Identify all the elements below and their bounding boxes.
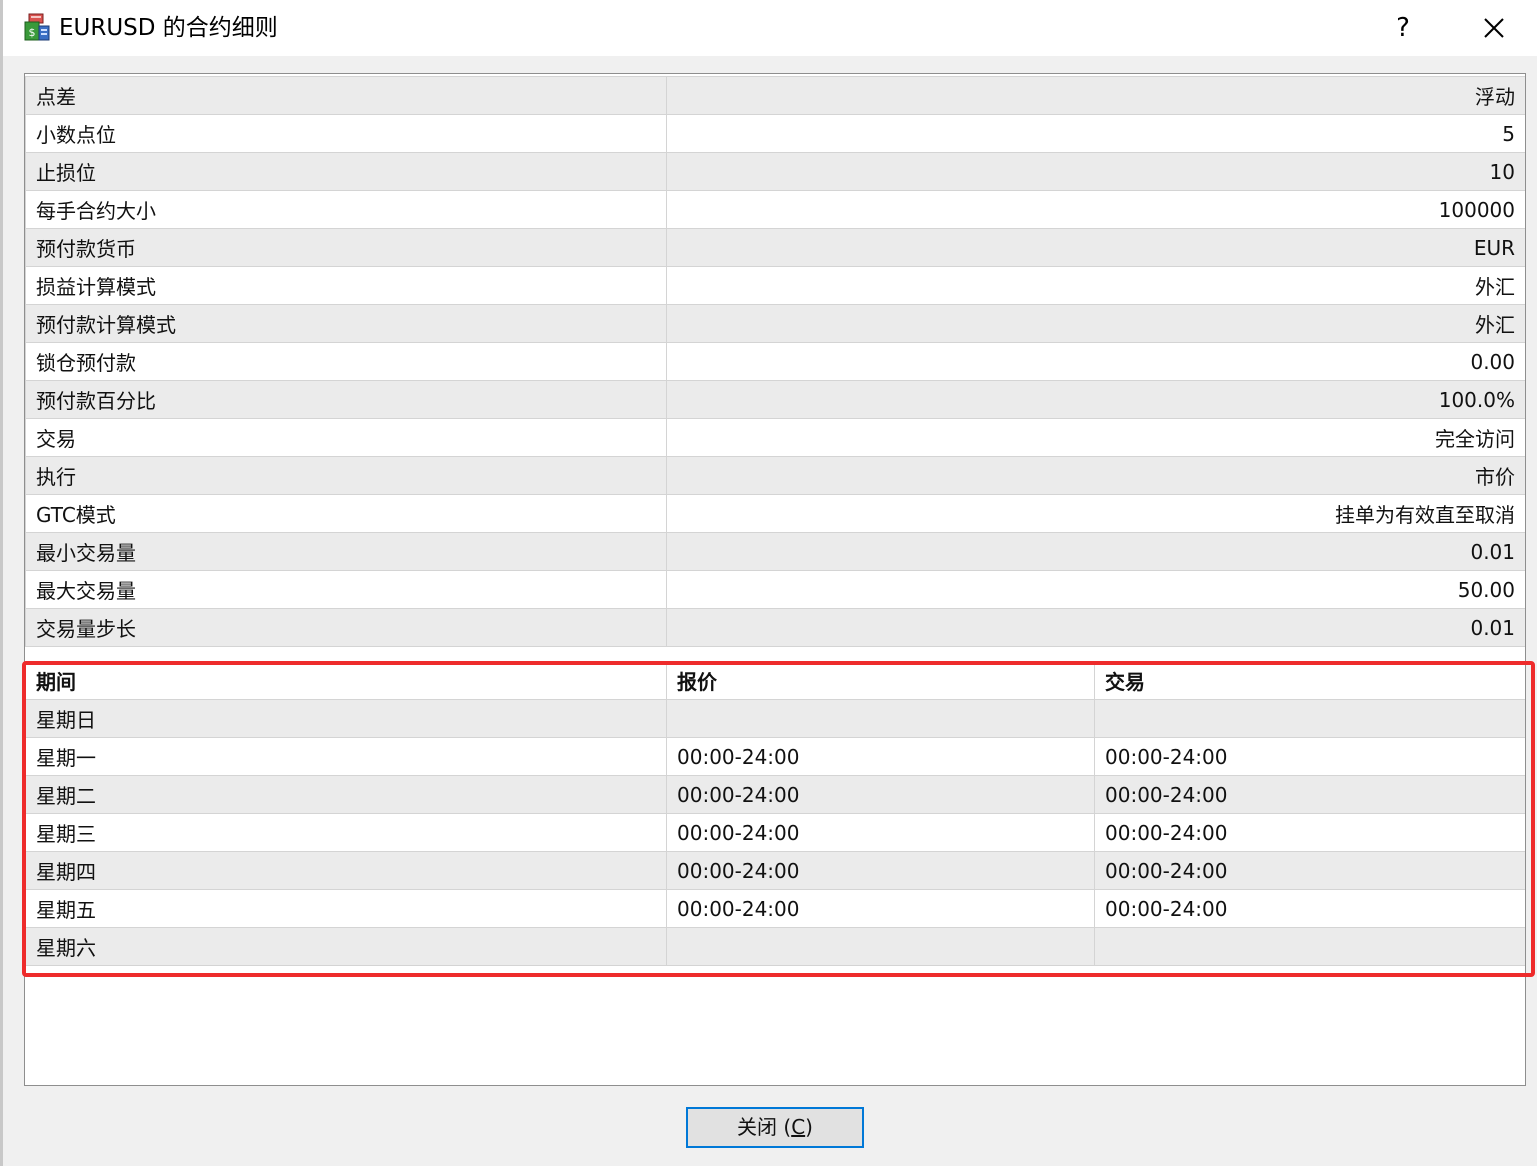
property-label: 预付款货币 (25, 228, 667, 267)
property-value: 5 (666, 114, 1525, 153)
property-label: 预付款计算模式 (25, 304, 667, 343)
property-value: 完全访问 (666, 418, 1525, 457)
property-row[interactable]: 预付款计算模式 外汇 (25, 304, 1525, 343)
property-row[interactable]: 损益计算模式 外汇 (25, 266, 1525, 305)
close-button-suffix: ) (805, 1115, 813, 1139)
session-trade: 00:00-24:00 (1094, 737, 1525, 776)
session-quotes: 00:00-24:00 (666, 775, 1095, 814)
property-label: 每手合约大小 (25, 190, 667, 229)
session-row[interactable]: 星期日 (25, 699, 1525, 738)
property-row[interactable]: 每手合约大小 100000 (25, 190, 1525, 229)
specification-panel: 点差 浮动 小数点位 5 止损位 10 每手合约大小 100000 预付款货币 EUR 损益计算模式… (24, 73, 1526, 1086)
session-row[interactable]: 星期六 (25, 927, 1525, 966)
session-quotes: 00:00-24:00 (666, 813, 1095, 852)
header-trade: 交易 (1094, 661, 1525, 700)
property-value: 0.01 (666, 532, 1525, 571)
title-bar: $ EURUSD 的合约细则 ? (3, 0, 1537, 56)
session-quotes (666, 699, 1095, 738)
close-button-label: 关闭 ( (737, 1115, 792, 1139)
sessions-table: 期间 报价 交易 星期日 星期一 00:00-24:00 00:00-24:00 星期二… (25, 661, 1525, 966)
property-label: 执行 (25, 456, 667, 495)
property-value: EUR (666, 228, 1525, 267)
session-trade: 00:00-24:00 (1094, 889, 1525, 928)
session-trade (1094, 699, 1525, 738)
properties-table: 点差 浮动 小数点位 5 止损位 10 每手合约大小 100000 预付款货币 EUR 损益计算模式… (25, 76, 1525, 647)
property-row[interactable]: 最小交易量 0.01 (25, 532, 1525, 571)
window-title: EURUSD 的合约细则 (59, 15, 278, 41)
session-quotes: 00:00-24:00 (666, 737, 1095, 776)
property-value: 挂单为有效直至取消 (666, 494, 1525, 533)
property-value: 市价 (666, 456, 1525, 495)
session-row[interactable]: 星期二 00:00-24:00 00:00-24:00 (25, 775, 1525, 814)
property-value: 外汇 (666, 304, 1525, 343)
property-value: 外汇 (666, 266, 1525, 305)
property-row[interactable]: 预付款货币 EUR (25, 228, 1525, 267)
property-value: 50.00 (666, 570, 1525, 609)
session-trade (1094, 927, 1525, 966)
session-day: 星期四 (25, 851, 667, 890)
session-row[interactable]: 星期四 00:00-24:00 00:00-24:00 (25, 851, 1525, 890)
close-button[interactable]: 关闭 (C) (686, 1107, 864, 1148)
property-row[interactable]: 最大交易量 50.00 (25, 570, 1525, 609)
session-day: 星期五 (25, 889, 667, 928)
property-row[interactable]: 止损位 10 (25, 152, 1525, 191)
symbol-properties-icon: $ (24, 13, 50, 41)
property-value: 10 (666, 152, 1525, 191)
close-button-accelerator: C (791, 1115, 806, 1139)
property-value: 浮动 (666, 76, 1525, 115)
property-row[interactable]: 点差 浮动 (25, 76, 1525, 115)
property-label: 交易 (25, 418, 667, 457)
session-day: 星期一 (25, 737, 667, 776)
property-row[interactable]: 交易 完全访问 (25, 418, 1525, 457)
property-value: 0.00 (666, 342, 1525, 381)
property-value: 100000 (666, 190, 1525, 229)
property-label: 点差 (25, 76, 667, 115)
sessions-header-row: 期间 报价 交易 (25, 661, 1525, 700)
property-row[interactable]: 执行 市价 (25, 456, 1525, 495)
property-label: 损益计算模式 (25, 266, 667, 305)
header-quotes: 报价 (666, 661, 1095, 700)
property-row[interactable]: 小数点位 5 (25, 114, 1525, 153)
property-label: 交易量步长 (25, 608, 667, 647)
property-row[interactable]: 锁仓预付款 0.00 (25, 342, 1525, 381)
session-trade: 00:00-24:00 (1094, 775, 1525, 814)
session-row[interactable]: 星期三 00:00-24:00 00:00-24:00 (25, 813, 1525, 852)
property-label: 止损位 (25, 152, 667, 191)
symbol-specification-dialog: $ EURUSD 的合约细则 ? 点差 浮动 小数点位 5 止损位 10 每手合约大小 100… (0, 0, 1537, 1166)
session-row[interactable]: 星期五 00:00-24:00 00:00-24:00 (25, 889, 1525, 928)
session-quotes (666, 927, 1095, 966)
session-day: 星期日 (25, 699, 667, 738)
session-quotes: 00:00-24:00 (666, 889, 1095, 928)
session-day: 星期二 (25, 775, 667, 814)
close-icon[interactable] (1465, 6, 1523, 50)
property-label: 锁仓预付款 (25, 342, 667, 381)
property-row[interactable]: 预付款百分比 100.0% (25, 380, 1525, 419)
header-period: 期间 (25, 661, 667, 700)
property-label: 最大交易量 (25, 570, 667, 609)
session-quotes: 00:00-24:00 (666, 851, 1095, 890)
session-trade: 00:00-24:00 (1094, 851, 1525, 890)
property-label: 最小交易量 (25, 532, 667, 571)
session-row[interactable]: 星期一 00:00-24:00 00:00-24:00 (25, 737, 1525, 776)
property-label: 预付款百分比 (25, 380, 667, 419)
property-value: 0.01 (666, 608, 1525, 647)
property-label: GTC模式 (25, 494, 667, 533)
session-day: 星期六 (25, 927, 667, 966)
session-day: 星期三 (25, 813, 667, 852)
help-button[interactable]: ? (1375, 6, 1431, 50)
property-label: 小数点位 (25, 114, 667, 153)
svg-text:$: $ (29, 26, 36, 39)
property-row[interactable]: 交易量步长 0.01 (25, 608, 1525, 647)
property-value: 100.0% (666, 380, 1525, 419)
session-trade: 00:00-24:00 (1094, 813, 1525, 852)
property-row[interactable]: GTC模式 挂单为有效直至取消 (25, 494, 1525, 533)
